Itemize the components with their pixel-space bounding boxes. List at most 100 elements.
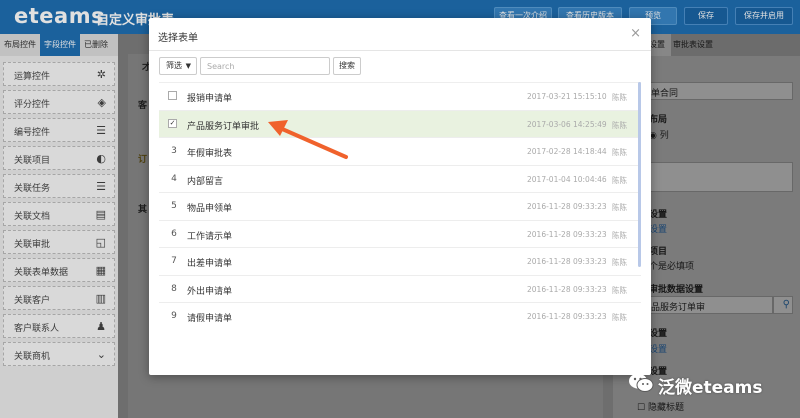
control-item-label: 客户联系人	[14, 324, 60, 334]
row-number: 4	[171, 173, 177, 184]
settings-label: 设置	[649, 210, 668, 220]
brand-logo: eteams	[14, 4, 105, 28]
list-number-icon: ☰	[96, 124, 106, 137]
approval-form-select[interactable]: 品服务订单审	[647, 296, 773, 314]
form-row[interactable]: ✓ 产品服务订单审批 2017-03-06 14:25:49 陈陈	[159, 110, 641, 138]
form-created-time: 2016-11-28 09:33:23	[527, 257, 607, 266]
form-created-time: 2016-11-28 09:33:23	[527, 202, 607, 211]
form-created-time: 2017-01-04 10:04:46	[527, 174, 607, 184]
row-number: 9	[171, 311, 177, 321]
form-row[interactable]: 4 内部留言 2017-01-04 10:04:46 陈陈	[159, 165, 641, 193]
table-icon: ▦	[95, 264, 106, 277]
control-item[interactable]: 关联表单数据 ▦	[3, 258, 115, 282]
control-item[interactable]: 关联商机 ⌄	[3, 342, 115, 366]
form-name: 内部留言	[187, 176, 224, 187]
form-name: 出差申请单	[187, 259, 233, 269]
description-textarea[interactable]	[647, 162, 793, 192]
save-and-enable-button[interactable]: 保存并启用	[735, 7, 793, 25]
search-icon: ⚲	[782, 299, 790, 310]
control-item-label: 关联商机	[14, 352, 51, 362]
settings-link[interactable]: 设置	[649, 222, 667, 235]
search-input[interactable]	[200, 57, 330, 75]
layout-radio-label[interactable]: ◉ 列	[649, 128, 669, 141]
form-name: 工作请示单	[187, 231, 233, 242]
person-icon: ♟	[96, 320, 106, 333]
control-item-label: 关联文档	[14, 212, 51, 222]
form-name: 年假审批表	[187, 149, 233, 159]
approval-form-select-value: 品服务订单审	[651, 303, 706, 313]
form-row[interactable]: 3 年假审批表 2017-02-28 14:18:44 陈陈	[159, 138, 641, 166]
settings-link-2[interactable]: 设置	[649, 342, 667, 355]
form-row[interactable]: 5 物品申领单 2016-11-28 09:33:23 陈陈	[159, 193, 641, 221]
form-created-time: 2016-11-28 09:33:23	[527, 284, 607, 294]
row-checkbox[interactable]	[168, 91, 177, 100]
control-item-label: 关联项目	[14, 156, 51, 166]
control-item-label: 关联表单数据	[14, 268, 69, 278]
row-number: 7	[171, 256, 177, 266]
form-name: 物品申领单	[187, 204, 233, 214]
tab-approval-form-settings[interactable]: 审批表设置	[673, 34, 713, 56]
control-item[interactable]: 运算控件 ✲	[3, 62, 115, 86]
control-item[interactable]: 客户联系人 ♟	[3, 314, 115, 338]
form-row[interactable]: 9 请假申请单 2016-11-28 09:33:23 陈陈	[159, 303, 641, 330]
required-hint: 个是必填项	[649, 262, 695, 272]
control-item[interactable]: 编号控件 ☰	[3, 118, 115, 142]
save-button[interactable]: 保存	[684, 7, 728, 25]
form-created-time: 2016-11-28 09:33:23	[527, 229, 607, 239]
canvas-text: 订	[138, 155, 148, 165]
palette-tabs: 布局控件 字段控件 已删除	[0, 34, 118, 56]
form-name: 外出申请单	[187, 286, 233, 297]
settings-label-2: 设置	[649, 329, 668, 339]
control-palette: 布局控件 字段控件 已删除 运算控件 ✲ 评分控件 ◈ 编号控件 ☰ 关联项目 ◐ 关联任务 ☰ 关…	[0, 34, 118, 418]
form-row[interactable]: 8 外出申请单 2016-11-28 09:33:23 陈陈	[159, 275, 641, 303]
control-item[interactable]: 评分控件 ◈	[3, 90, 115, 114]
form-name: 报销申请单	[187, 94, 233, 104]
form-created-time: 2016-11-28 09:33:23	[527, 312, 607, 321]
filter-dropdown[interactable]: 筛选 ▼	[159, 57, 197, 75]
tab-field-controls[interactable]: 字段控件	[40, 34, 80, 56]
hide-title-label: 隐藏标题	[647, 403, 684, 413]
form-creator: 陈陈	[612, 120, 627, 130]
search-button[interactable]: 搜索	[333, 57, 361, 75]
document-icon: ▤	[95, 208, 106, 221]
form-creator: 陈陈	[612, 93, 627, 102]
control-item[interactable]: 关联项目 ◐	[3, 146, 115, 170]
layout-radio-text: 列	[659, 131, 669, 141]
form-row[interactable]: 6 工作请示单 2016-11-28 09:33:23 陈陈	[159, 220, 641, 248]
approval-form-search-button[interactable]: ⚲	[773, 296, 793, 314]
wechat-icon	[629, 373, 654, 392]
title-input[interactable]: 单合同	[647, 82, 793, 100]
hide-title-checkbox[interactable]: ☐ 隐藏标题	[637, 400, 684, 413]
tab-layout-controls[interactable]: 布局控件	[0, 34, 40, 56]
approval-icon: ◱	[95, 236, 106, 249]
close-icon[interactable]: ×	[630, 26, 641, 41]
form-creator: 陈陈	[612, 230, 627, 240]
control-item-label: 编号控件	[14, 128, 51, 138]
layout-label: 布局	[649, 115, 668, 125]
form-row[interactable]: 7 出差申请单 2016-11-28 09:33:23 陈陈	[159, 248, 641, 276]
tab-deleted[interactable]: 已删除	[80, 34, 112, 56]
select-form-dialog: 选择表单 × 筛选 ▼ 搜索 报销申请单 2017-03-21 15:15:10 陈…	[149, 18, 651, 375]
refresh-icon: ✲	[96, 68, 106, 81]
row-number: 3	[171, 146, 177, 156]
watermark-text: 泛微eteams	[658, 378, 763, 398]
list-scrollbar[interactable]	[638, 82, 641, 267]
form-creator: 陈陈	[612, 313, 627, 322]
control-item[interactable]: 关联文档 ▤	[3, 202, 115, 226]
form-row[interactable]: 报销申请单 2017-03-21 15:15:10 陈陈	[159, 83, 641, 111]
row-number: 8	[171, 283, 177, 294]
control-item[interactable]: 关联任务 ☰	[3, 174, 115, 198]
control-item[interactable]: 关联审批 ◱	[3, 230, 115, 254]
form-created-time: 2017-03-06 14:25:49	[527, 119, 607, 129]
control-item[interactable]: 关联客户 ▥	[3, 286, 115, 310]
control-item-label: 关联审批	[14, 240, 51, 250]
caret-down-icon: ▼	[185, 62, 191, 70]
chevron-circle-icon: ⌄	[96, 348, 106, 361]
row-number: 5	[171, 201, 177, 211]
dialog-title: 选择表单	[158, 33, 198, 44]
filter-label: 筛选	[166, 61, 182, 70]
control-item-label: 评分控件	[14, 100, 51, 110]
dialog-divider	[149, 50, 651, 51]
control-list: 运算控件 ✲ 评分控件 ◈ 编号控件 ☰ 关联项目 ◐ 关联任务 ☰ 关联文档 ▤ 关联审批 ◱ 关联表单数…	[0, 56, 118, 372]
row-checkbox[interactable]: ✓	[168, 118, 177, 128]
